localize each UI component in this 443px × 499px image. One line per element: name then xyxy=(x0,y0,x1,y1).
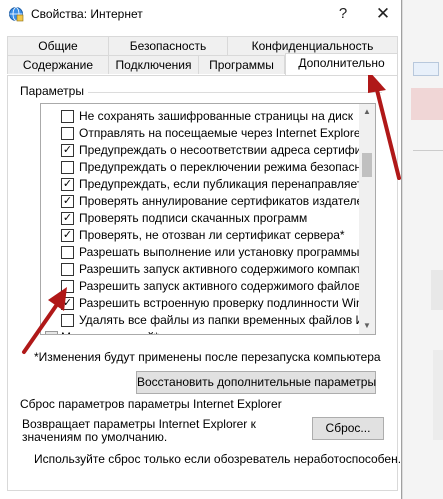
settings-item[interactable]: Отправлять на посещаемые через Internet … xyxy=(41,125,361,142)
settings-item[interactable]: Предупреждать о переключении режима безо… xyxy=(41,159,361,176)
settings-group-label: Параметры xyxy=(20,84,84,98)
reset-section-title: Сброс параметров параметры Internet Expl… xyxy=(20,397,282,411)
settings-item-label: Предупреждать о переключении режима безо… xyxy=(79,160,361,174)
checkbox-unchecked[interactable] xyxy=(61,161,74,174)
scroll-thumb[interactable] xyxy=(362,153,372,177)
checkbox-checked[interactable]: ✓ xyxy=(61,178,74,191)
settings-item-label: Разрешить запуск активного содержимого к… xyxy=(79,262,361,276)
settings-item-label: Проверять подписи скачанных программ xyxy=(79,211,308,225)
settings-item-label: Удалять все файлы из папки временных фай… xyxy=(79,313,361,327)
scroll-down-icon[interactable]: ▼ xyxy=(359,318,375,334)
background-panel xyxy=(431,270,443,310)
settings-item-label: Не сохранять зашифрованные страницы на д… xyxy=(79,109,354,123)
settings-item[interactable]: Разрешить запуск активного содержимого ф… xyxy=(41,278,361,295)
settings-list[interactable]: Не сохранять зашифрованные страницы на д… xyxy=(40,103,376,335)
restart-note: *Изменения будут применены после перезап… xyxy=(34,350,381,364)
restore-advanced-settings-button[interactable]: Восстановить дополнительные параметры xyxy=(136,371,376,394)
checkbox-unchecked[interactable] xyxy=(61,246,74,259)
checkbox-checked[interactable]: ✓ xyxy=(61,297,74,310)
background-block xyxy=(411,88,443,120)
settings-item-label: Разрешить запуск активного содержимого ф… xyxy=(79,279,361,293)
checkbox-unchecked[interactable] xyxy=(61,127,74,140)
checkbox-checked[interactable]: ✓ xyxy=(61,144,74,157)
tab-general[interactable]: Общие xyxy=(7,36,109,55)
scroll-up-icon[interactable]: ▲ xyxy=(359,104,375,120)
settings-item[interactable]: ✓ Предупреждать о несоответствии адреса с… xyxy=(41,142,361,159)
checkbox-unchecked[interactable] xyxy=(61,110,74,123)
settings-item[interactable]: Разрешать выполнение или установку прогр… xyxy=(41,244,361,261)
close-button[interactable]: ✕ xyxy=(370,3,396,25)
settings-item-label: Разрешить встроенную проверку подлинност… xyxy=(79,296,361,310)
background-window xyxy=(402,0,443,499)
settings-item[interactable]: Разрешить запуск активного содержимого к… xyxy=(41,261,361,278)
internet-properties-dialog: Свойства: Интернет ? ✕ Общие Безопасност… xyxy=(0,0,402,499)
settings-item-label: Отправлять на посещаемые через Internet … xyxy=(79,126,361,140)
settings-item[interactable]: ✓ Проверять, не отозван ли сертификат сер… xyxy=(41,227,361,244)
settings-item[interactable]: ✓ Проверять аннулирование сертификатов из… xyxy=(41,193,361,210)
checkbox-checked[interactable]: ✓ xyxy=(61,212,74,225)
settings-item-label: Предупреждать о несоответствии адреса се… xyxy=(79,143,361,157)
settings-item[interactable]: ✓ Разрешить встроенную проверку подлиннос… xyxy=(41,295,361,312)
settings-item-label: Разрешать выполнение или установку прогр… xyxy=(79,245,361,259)
settings-item[interactable]: ✓ Проверять подписи скачанных программ xyxy=(41,210,361,227)
tab-security[interactable]: Безопасность xyxy=(108,36,228,55)
group-divider xyxy=(88,92,382,93)
background-divider xyxy=(413,150,443,151)
tab-programs[interactable]: Программы xyxy=(198,55,285,74)
settings-group-international[interactable]: ▣Международный* xyxy=(41,329,361,334)
settings-group-item-label: Международный* xyxy=(61,329,159,334)
checkbox-unchecked[interactable] xyxy=(61,263,74,276)
settings-item-label: Предупреждать, если публикация перенапра… xyxy=(79,177,361,191)
window-title: Свойства: Интернет xyxy=(31,7,143,21)
checkbox-checked[interactable]: ✓ xyxy=(61,229,74,242)
checkbox-unchecked[interactable] xyxy=(61,314,74,327)
reset-warning: Используйте сброс только если обозревате… xyxy=(34,452,402,466)
internet-options-icon xyxy=(9,7,24,22)
background-field xyxy=(413,62,439,76)
checkbox-unchecked[interactable] xyxy=(61,280,74,293)
settings-scrollbar[interactable]: ▲ ▼ xyxy=(359,104,375,334)
checkbox-checked[interactable]: ✓ xyxy=(61,195,74,208)
settings-item[interactable]: Удалять все файлы из папки временных фай… xyxy=(41,312,361,329)
reset-description: Возвращает параметры Internet Explorer к… xyxy=(22,417,256,444)
help-button[interactable]: ? xyxy=(330,3,356,25)
settings-item[interactable]: ✓ Предупреждать, если публикация перенапр… xyxy=(41,176,361,193)
group-folder-icon: ▣ xyxy=(45,331,58,334)
title-bar[interactable]: Свойства: Интернет ? ✕ xyxy=(0,0,401,30)
tab-advanced[interactable]: Дополнительно xyxy=(285,53,398,75)
tab-connections[interactable]: Подключения xyxy=(108,55,199,74)
settings-item[interactable]: Не сохранять зашифрованные страницы на д… xyxy=(41,108,361,125)
background-panel xyxy=(433,350,443,440)
tab-content[interactable]: Содержание xyxy=(7,55,109,74)
settings-item-label: Проверять, не отозван ли сертификат серв… xyxy=(79,228,345,242)
reset-button[interactable]: Сброс... xyxy=(312,417,384,440)
settings-item-label: Проверять аннулирование сертификатов изд… xyxy=(79,194,361,208)
